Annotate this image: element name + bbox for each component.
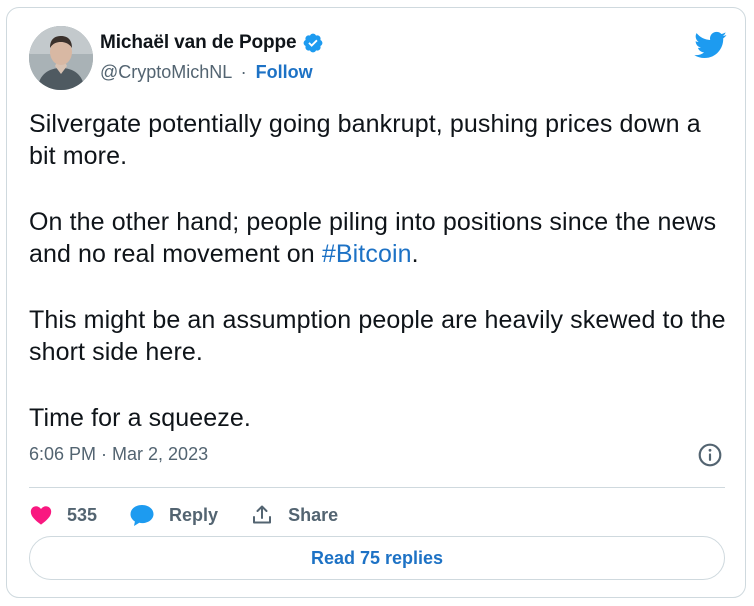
author-display-name[interactable]: Michaël van de Poppe [100,32,297,54]
tweet-actions: 535 Reply Share [29,496,370,534]
tweet-paragraph: On the other hand; people piling into po… [29,208,717,268]
tweet-paragraph: Silvergate potentially going bankrupt, p… [29,110,701,170]
reply-button[interactable]: Reply [129,503,218,527]
hashtag-bitcoin-link[interactable]: #Bitcoin [322,240,412,268]
follow-button[interactable]: Follow [256,62,313,82]
tweet-paragraph: This might be an assumption people are h… [29,306,726,366]
author-handle-row: @CryptoMichNL · Follow [100,62,313,83]
author-name-row: Michaël van de Poppe [100,32,324,54]
twitter-bird-icon[interactable] [693,28,727,62]
handle-separator: · [240,62,247,82]
reply-label: Reply [169,504,219,525]
like-button[interactable]: 535 [29,503,97,527]
verified-badge-icon [303,33,322,53]
read-replies-button[interactable]: Read 75 replies [29,536,725,580]
likes-count: 535 [67,504,98,525]
tweet-timestamp[interactable]: 6:06 PM · Mar 2, 2023 [29,444,208,465]
author-handle[interactable]: @CryptoMichNL [100,62,232,82]
tweet-paragraph: Time for a squeeze. [29,404,251,432]
heart-icon [30,506,52,525]
info-icon[interactable] [697,442,723,468]
divider [29,487,725,488]
tweet-text: Silvergate potentially going bankrupt, p… [29,108,729,434]
share-upload-icon [253,505,272,524]
speech-bubble-icon [130,505,154,526]
tweet-card: Michaël van de Poppe @CryptoMichNL · Fol… [6,7,746,598]
avatar[interactable] [29,26,93,90]
avatar-image [29,26,93,90]
share-label: Share [288,504,339,525]
share-button[interactable]: Share [250,503,338,527]
